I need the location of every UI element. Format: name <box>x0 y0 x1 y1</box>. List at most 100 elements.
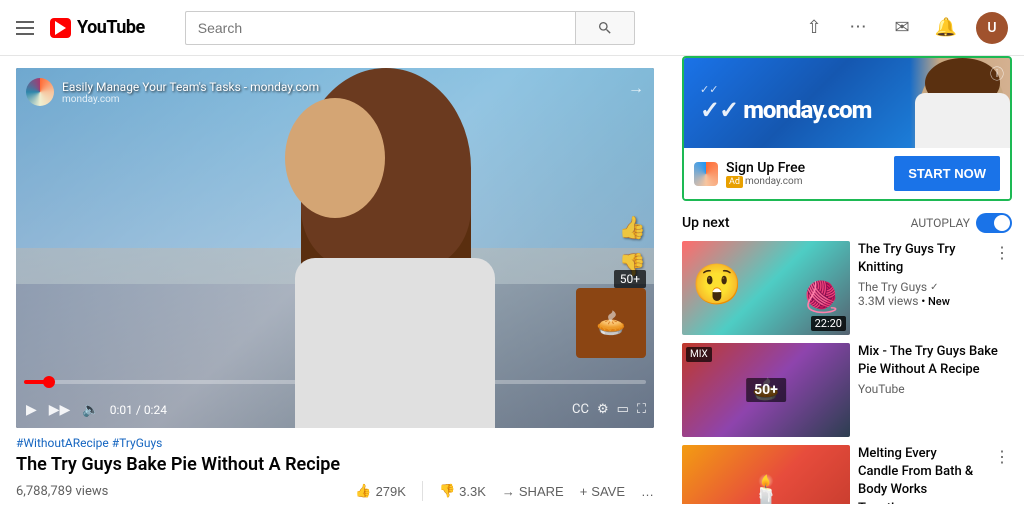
share-label: SHARE <box>519 484 564 499</box>
like-count: 279K <box>376 484 406 499</box>
dislike-icon: 👎 <box>439 483 455 499</box>
video-item-info-3: Melting Every Candle From Bath & Body Wo… <box>858 445 982 504</box>
item-title-3: Melting Every Candle From Bath & Body Wo… <box>858 445 978 504</box>
mix-count: 50+ <box>746 378 786 402</box>
video-item-info-2: Mix - The Try Guys Bake Pie Without A Re… <box>858 343 1012 437</box>
video-top-info: Easily Manage Your Team's Tasks - monday… <box>26 78 319 106</box>
video-meta: 6,788,789 views 👍 279K 👎 3.3K → SHARE <box>16 479 654 503</box>
toggle-dot <box>994 215 1010 231</box>
upload-icon[interactable]: ⇧ <box>800 14 828 42</box>
thumbnail-2: 🥧 MIX 50+ <box>682 343 850 437</box>
video-figure-face <box>285 98 385 218</box>
thumbs-up-btn[interactable]: 👍 <box>619 216 646 241</box>
youtube-icon-bg <box>50 18 71 38</box>
item-menu-1[interactable]: ⋮ <box>992 241 1012 264</box>
like-divider <box>422 481 423 501</box>
thumbnail-1: 😲 🧶 22:20 <box>682 241 850 335</box>
action-buttons: 👍 279K 👎 3.3K → SHARE + SAVE <box>355 479 654 503</box>
ad-logo-area: ✓✓ ✓✓ monday.com <box>700 83 871 124</box>
video-background <box>16 68 654 428</box>
item-badge-1: • New <box>921 295 949 308</box>
ad-tag: Ad monday.com <box>726 176 886 188</box>
messages-icon[interactable]: ✉ <box>888 14 916 42</box>
youtube-logo[interactable]: YouTube <box>50 17 145 38</box>
play-count-badge: 50+ <box>614 270 646 288</box>
progress-dot <box>43 376 55 388</box>
time-current: 0:01 <box>110 403 133 417</box>
up-next-header: Up next AUTOPLAY <box>682 213 1012 233</box>
item-menu-3[interactable]: ⋮ <box>992 445 1012 468</box>
autoplay-label: AUTOPLAY <box>911 216 970 230</box>
item-meta-1: 3.3M views • New <box>858 294 978 308</box>
settings-icon[interactable]: ⚙ <box>597 402 609 417</box>
ad-text-area: Sign Up Free Ad monday.com <box>726 160 886 188</box>
search-icon <box>597 20 613 36</box>
sidebar: ✓✓ ✓✓ monday.com ⓘ Sign Up Free <box>670 56 1024 504</box>
dislike-count: 3.3K <box>459 484 486 499</box>
video-overlay-text: Easily Manage Your Team's Tasks - monday… <box>62 80 319 105</box>
channel-icon <box>26 78 54 106</box>
ad-banner: ✓✓ ✓✓ monday.com ⓘ Sign Up Free <box>682 56 1012 201</box>
list-item[interactable]: 😲 🧶 22:20 The Try Guys Try Knitting The … <box>682 241 1012 335</box>
notifications-icon[interactable]: 🔔 <box>932 14 960 42</box>
video-overlay-title: Easily Manage Your Team's Tasks - monday… <box>62 80 319 94</box>
time-display: 0:01 / 0:24 <box>110 403 167 417</box>
view-count: 6,788,789 views <box>16 484 108 499</box>
search-button[interactable] <box>575 11 635 45</box>
ad-bottom: Sign Up Free Ad monday.com START NOW <box>684 148 1010 199</box>
share-icon-overlay[interactable]: → <box>628 78 644 98</box>
ad-close-icon[interactable]: ⓘ <box>990 64 1004 84</box>
share-button[interactable]: → SHARE <box>502 480 564 503</box>
video-player[interactable]: Easily Manage Your Team's Tasks - monday… <box>16 68 654 428</box>
save-label: SAVE <box>591 484 625 499</box>
fullscreen-icon[interactable]: ⛶ <box>637 402 646 417</box>
ad-badge: Ad <box>726 176 743 188</box>
item-channel-1: The Try Guys ✓ <box>858 280 978 294</box>
autoplay-toggle[interactable] <box>976 213 1012 233</box>
header: YouTube ⇧ ⋅⋅⋅ ✉ 🔔 U <box>0 0 1024 56</box>
list-item[interactable]: 🥧 MIX 50+ Mix - The Try Guys Bake Pie Wi… <box>682 343 1012 437</box>
thumbnail-3: 🕯️ 27:55 <box>682 445 850 504</box>
header-left: YouTube <box>16 17 145 38</box>
thumbs-area: 👍 👎 <box>619 216 646 278</box>
up-next-label: Up next <box>682 215 730 231</box>
search-bar <box>185 11 635 45</box>
like-icon: 👍 <box>355 483 371 499</box>
monday-icon-small <box>694 162 718 186</box>
item-title-2: Mix - The Try Guys Bake Pie Without A Re… <box>858 343 1008 379</box>
list-item[interactable]: 🕯️ 27:55 Melting Every Candle From Bath … <box>682 445 1012 504</box>
duration-badge-1: 22:20 <box>811 316 846 331</box>
share-icon: → <box>502 484 515 499</box>
more-button[interactable]: … <box>641 480 654 503</box>
video-area: Easily Manage Your Team's Tasks - monday… <box>0 56 670 504</box>
video-info: #WithoutARecipe #TryGuys The Try Guys Ba… <box>16 428 654 511</box>
ad-domain: monday.com <box>745 176 803 187</box>
apps-icon[interactable]: ⋅⋅⋅ <box>844 14 872 42</box>
video-tags[interactable]: #WithoutARecipe #TryGuys <box>16 436 654 450</box>
pie-preview-thumbnail: 🥧 <box>576 288 646 358</box>
captions-icon[interactable]: CC <box>572 402 589 417</box>
next-button[interactable]: ▶▶ <box>47 399 73 420</box>
play-button[interactable]: ▶ <box>24 399 39 420</box>
thumb-bg-3: 🕯️ <box>682 445 850 504</box>
item-title-1: The Try Guys Try Knitting <box>858 241 978 277</box>
ad-signup-text: Sign Up Free <box>726 160 886 176</box>
verified-icon-1: ✓ <box>930 282 938 293</box>
youtube-wordmark: YouTube <box>77 17 145 38</box>
hamburger-menu[interactable] <box>16 21 34 35</box>
miniplayer-icon[interactable]: ▭ <box>617 402 629 417</box>
video-overlay-domain: monday.com <box>62 94 319 105</box>
youtube-play-icon <box>55 21 66 35</box>
autoplay-area: AUTOPLAY <box>911 213 1012 233</box>
video-title: The Try Guys Bake Pie Without A Recipe <box>16 454 654 475</box>
search-input[interactable] <box>185 11 575 45</box>
save-icon: + <box>580 484 588 499</box>
item-channel-2: YouTube <box>858 382 1008 396</box>
volume-button[interactable]: 🔈 <box>80 399 101 420</box>
start-now-button[interactable]: START NOW <box>894 156 1000 191</box>
save-button[interactable]: + SAVE <box>580 480 625 503</box>
like-button[interactable]: 👍 279K <box>355 479 406 503</box>
ad-brand: monday.com <box>743 96 871 124</box>
dislike-button[interactable]: 👎 3.3K <box>439 479 486 503</box>
avatar[interactable]: U <box>976 12 1008 44</box>
